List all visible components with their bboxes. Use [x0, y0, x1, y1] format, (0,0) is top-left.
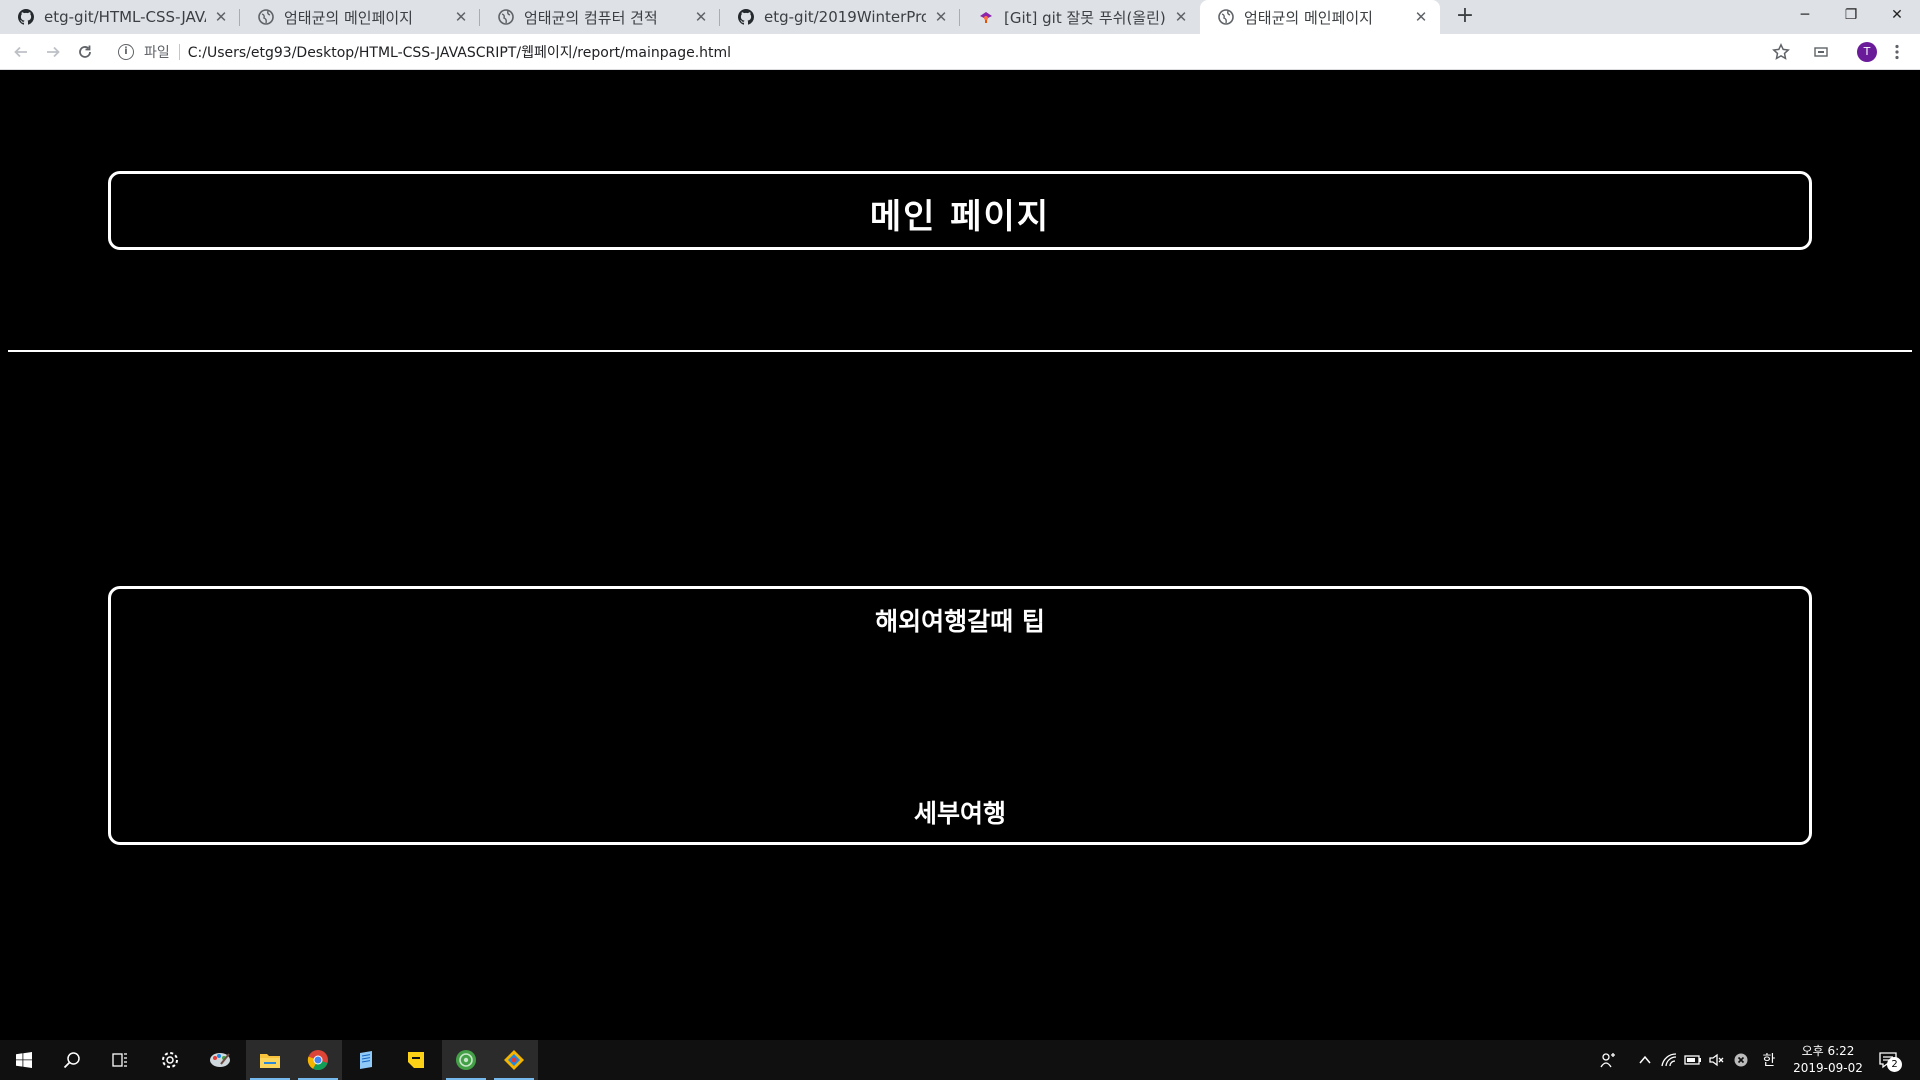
tab-1[interactable]: etg-git/HTML-CSS-JAVASC ✕ [0, 0, 240, 34]
page-title: 메인 페이지 [869, 197, 1051, 237]
tab-title: etg-git/2019WinterProject: [764, 8, 926, 26]
section-heading: 해외여행갈때 팁 [875, 607, 1045, 636]
arrow-left-icon [14, 46, 27, 58]
tab-title: etg-git/HTML-CSS-JAVASC [44, 8, 206, 26]
task-view-icon[interactable] [96, 1040, 144, 1080]
header-box: 메인 페이지 [108, 171, 1812, 250]
reload-button[interactable] [72, 39, 98, 65]
tab-title: [Git] git 잘못 푸쉬(올린) 특 [1004, 8, 1166, 27]
people-icon[interactable] [1598, 1050, 1618, 1070]
tab-title: 엄태균의 컴퓨터 견적 [524, 8, 658, 27]
browser-toolbar: i 파일 C:/Users/etg93/Desktop/HTML-CSS-JAV… [0, 34, 1920, 70]
bookmark-star-icon[interactable] [1771, 42, 1791, 62]
cast-icon[interactable] [1811, 42, 1831, 62]
start-icon[interactable] [0, 1040, 48, 1080]
notepad-icon[interactable] [342, 1040, 390, 1080]
minimize-button[interactable]: ─ [1782, 0, 1828, 30]
back-button[interactable] [8, 39, 34, 65]
notification-count: 2 [1887, 1057, 1902, 1072]
close-icon[interactable]: ✕ [452, 8, 470, 26]
chevron-up-icon[interactable] [1635, 1050, 1655, 1070]
info-icon[interactable]: i [118, 44, 134, 60]
profile-avatar[interactable]: T [1857, 42, 1877, 62]
error-status-icon[interactable] [1731, 1050, 1751, 1070]
github-icon [738, 9, 754, 25]
github-icon [18, 9, 34, 25]
browser-window: etg-git/HTML-CSS-JAVASC ✕ 엄태균의 메인페이지 ✕ 엄… [0, 0, 1920, 1080]
horizontal-rule [8, 350, 1912, 352]
scheme-label: 파일 [144, 45, 170, 61]
close-icon[interactable]: ✕ [1412, 8, 1430, 26]
menu-kebab-icon[interactable] [1887, 42, 1907, 62]
volume-muted-icon[interactable] [1707, 1050, 1727, 1070]
reload-icon [79, 45, 91, 58]
tab-strip: etg-git/HTML-CSS-JAVASC ✕ 엄태균의 메인페이지 ✕ 엄… [0, 0, 1920, 34]
search-icon[interactable] [48, 1040, 96, 1080]
tab-2[interactable]: 엄태균의 메인페이지 ✕ [240, 0, 480, 34]
tab-title: 엄태균의 메인페이지 [284, 8, 413, 27]
url-text[interactable]: C:/Users/etg93/Desktop/HTML-CSS-JAVASCRI… [188, 42, 731, 62]
tab-4[interactable]: etg-git/2019WinterProject: ✕ [720, 0, 960, 34]
close-icon[interactable]: ✕ [1172, 8, 1190, 26]
address-bar[interactable]: i 파일 C:/Users/etg93/Desktop/HTML-CSS-JAV… [108, 37, 1774, 67]
forward-button[interactable] [40, 39, 66, 65]
battery-icon[interactable] [1683, 1050, 1703, 1070]
sticky-notes-icon[interactable] [392, 1040, 440, 1080]
close-icon[interactable]: ✕ [212, 8, 230, 26]
file-explorer-icon[interactable] [246, 1040, 294, 1080]
clock-time: 오후 6:22 [1801, 1044, 1855, 1058]
travel-tips-box: 해외여행갈때 팁 세부여행 [108, 586, 1812, 845]
tab-6-active[interactable]: 엄태균의 메인페이지 ✕ [1200, 0, 1440, 34]
ime-korean-icon[interactable]: 한 [1759, 1050, 1779, 1070]
settings-icon[interactable] [146, 1040, 194, 1080]
paint-icon[interactable] [196, 1040, 244, 1080]
page-viewport: 메인 페이지 해외여행갈때 팁 세부여행 [0, 70, 1920, 1040]
close-icon[interactable]: ✕ [692, 8, 710, 26]
clock-date: 2019-09-02 [1793, 1061, 1863, 1075]
close-window-button[interactable]: ✕ [1874, 0, 1920, 30]
globe-icon [1218, 9, 1234, 25]
new-tab-button[interactable]: + [1453, 5, 1477, 29]
tab-title: 엄태균의 메인페이지 [1244, 8, 1373, 27]
globe-icon [498, 9, 514, 25]
green-app-icon[interactable] [442, 1040, 490, 1080]
wifi-icon[interactable] [1659, 1050, 1679, 1070]
tab-3[interactable]: 엄태균의 컴퓨터 견적 ✕ [480, 0, 720, 34]
taskbar-clock[interactable]: 오후 6:22 2019-09-02 [1786, 1043, 1870, 1077]
close-icon[interactable]: ✕ [932, 8, 950, 26]
restore-button[interactable]: ❐ [1828, 0, 1874, 30]
cebu-travel-link[interactable]: 세부여행 [111, 794, 1809, 830]
git-icon[interactable] [490, 1040, 538, 1080]
chrome-icon[interactable] [294, 1040, 342, 1080]
tab-5[interactable]: [Git] git 잘못 푸쉬(올린) 특 ✕ [960, 0, 1200, 34]
blog-icon [978, 9, 994, 25]
globe-icon [258, 9, 274, 25]
notification-icon[interactable]: 2 [1876, 1048, 1902, 1072]
arrow-right-icon [47, 46, 60, 58]
windows-taskbar: 한 오후 6:22 2019-09-02 2 [0, 1040, 1920, 1080]
